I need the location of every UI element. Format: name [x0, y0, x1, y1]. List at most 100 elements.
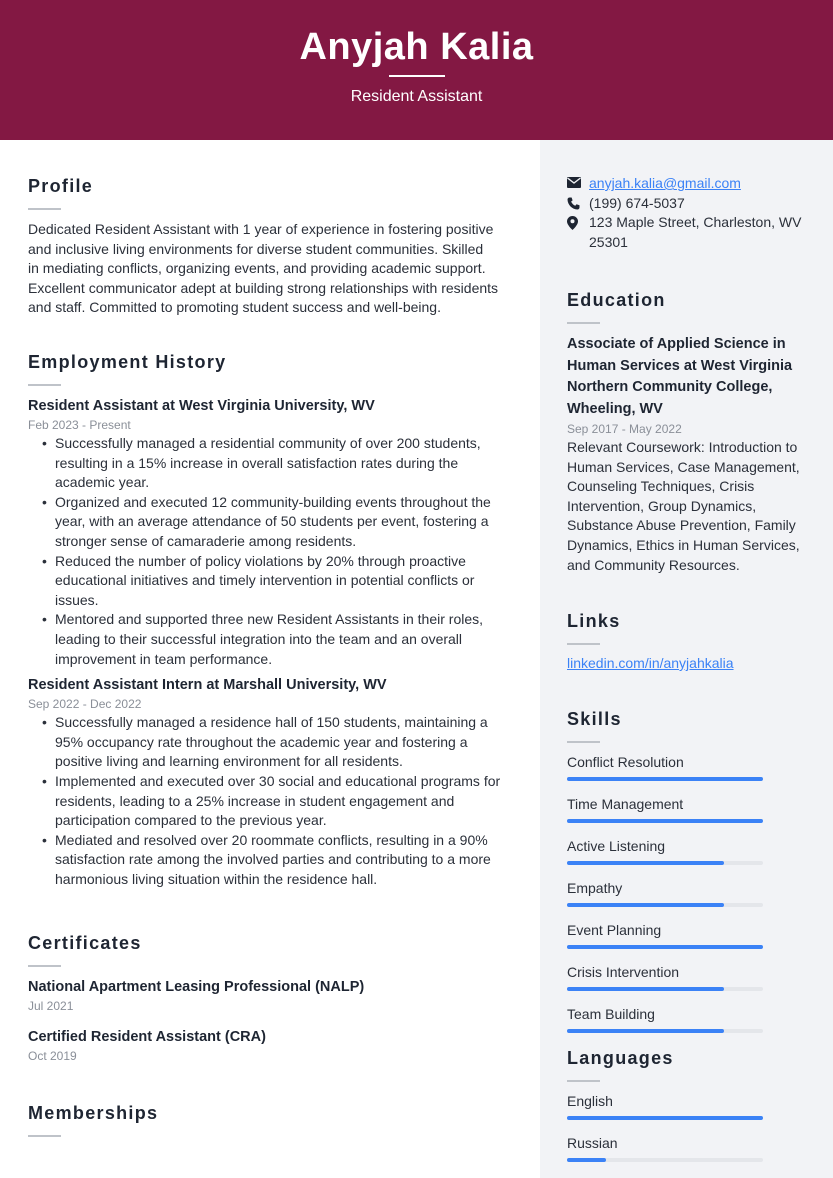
section-divider	[28, 384, 61, 386]
section-divider	[28, 1135, 61, 1137]
certificate-item: Certified Resident Assistant (CRA) Oct 2…	[28, 1027, 508, 1065]
skill-label: Team Building	[567, 1006, 655, 1022]
language-level-bar	[567, 1116, 763, 1120]
skill-level-bar	[567, 861, 763, 865]
job-bullet: Mediated and resolved over 20 roommate c…	[42, 831, 508, 890]
map-pin-icon	[567, 213, 589, 231]
section-divider	[567, 741, 600, 743]
section-title-certificates: Certificates	[28, 933, 142, 953]
language-level-bar	[567, 1158, 763, 1162]
summary-line: in mediating conflicts, organizing event…	[28, 260, 486, 277]
job-entry: Resident Assistant at West Virginia Univ…	[28, 396, 508, 669]
linkedin-link[interactable]: linkedin.com/in/anyjahkalia	[567, 655, 734, 671]
header-divider	[389, 75, 445, 77]
skill-item: Active Listening	[567, 837, 807, 865]
employment-section: Employment History Resident Assistant at…	[28, 352, 508, 889]
summary-line: and staff. Committed to promoting studen…	[28, 299, 441, 316]
contact-phone: (199) 674-5037	[567, 194, 807, 214]
skill-label: Conflict Resolution	[567, 754, 684, 770]
skill-item: Time Management	[567, 795, 807, 823]
skill-level-bar	[567, 819, 763, 823]
skill-item: Team Building	[567, 1005, 807, 1033]
certificate-name: National Apartment Leasing Professional …	[28, 979, 365, 995]
resume-header: Anyjah Kalia Resident Assistant	[0, 0, 833, 140]
language-level-fill	[567, 1158, 607, 1162]
skill-level-fill	[567, 777, 763, 781]
contact-address: 123 Maple Street, Charleston, WV 25301	[567, 213, 807, 252]
certificate-date: Jul 2021	[28, 999, 74, 1013]
degree-title: Associate of Applied Science in Human Se…	[567, 336, 793, 417]
skill-item: Empathy	[567, 879, 807, 907]
section-divider	[567, 1080, 600, 1082]
skill-label: Time Management	[567, 796, 684, 812]
languages-section: Languages English Russian	[567, 1048, 807, 1176]
skill-label: Crisis Intervention	[567, 964, 680, 980]
certificate-name: Certified Resident Assistant (CRA)	[28, 1029, 266, 1045]
job-entry-title: Resident Assistant Intern at Marshall Un…	[28, 677, 387, 694]
skill-item: Crisis Intervention	[567, 963, 807, 991]
address-line: 25301	[589, 233, 628, 250]
skill-level-bar	[567, 987, 763, 991]
section-title-skills: Skills	[567, 709, 622, 729]
section-title-education: Education	[567, 290, 666, 310]
language-item: Russian	[567, 1134, 807, 1162]
language-item: English	[567, 1092, 807, 1120]
section-divider	[28, 965, 61, 967]
job-title: Resident Assistant	[350, 88, 483, 105]
memberships-section: Memberships	[28, 1103, 508, 1147]
certificate-date: Oct 2019	[28, 1049, 77, 1063]
skills-list: Conflict Resolution Time Management Active…	[567, 753, 807, 1033]
skill-level-fill	[567, 819, 763, 823]
language-label: Russian	[567, 1135, 618, 1151]
email-link[interactable]: anyjah.kalia@gmail.com	[589, 174, 741, 194]
language-label: English	[567, 1093, 613, 1109]
job-bullet: Organized and executed 12 community-buil…	[42, 493, 508, 552]
job-bullets: Successfully managed a residential commu…	[28, 434, 508, 669]
job-bullet: Mentored and supported three new Residen…	[42, 610, 508, 669]
job-entry-dates: Sep 2022 - Dec 2022	[28, 697, 142, 712]
profile-section: Profile Dedicated Resident Assistant wit…	[28, 176, 508, 318]
job-entry: Resident Assistant Intern at Marshall Un…	[28, 675, 508, 889]
job-bullet: Reduced the number of policy violations …	[42, 552, 508, 611]
section-divider	[567, 643, 600, 645]
profile-summary: Dedicated Resident Assistant with 1 year…	[28, 220, 508, 318]
address: 123 Maple Street, Charleston, WV 25301	[589, 213, 801, 252]
skill-level-bar	[567, 903, 763, 907]
summary-line: Dedicated Resident Assistant with 1 year…	[28, 221, 494, 237]
skill-level-bar	[567, 945, 763, 949]
section-divider	[28, 208, 61, 210]
job-bullet: Implemented and executed over 30 social …	[42, 772, 508, 831]
links-section: Links linkedin.com/in/anyjahkalia	[567, 611, 807, 673]
section-title-employment: Employment History	[28, 352, 227, 372]
skill-level-fill	[567, 945, 763, 949]
job-bullets: Successfully managed a residence hall of…	[28, 713, 508, 889]
section-title-languages: Languages	[567, 1048, 674, 1068]
skill-label: Empathy	[567, 880, 623, 896]
contact-block: anyjah.kalia@gmail.com (199) 674-5037 12…	[567, 174, 807, 252]
education-dates: Sep 2017 - May 2022	[567, 422, 682, 436]
certificate-item: National Apartment Leasing Professional …	[28, 977, 508, 1015]
job-entry-dates: Feb 2023 - Present	[28, 418, 131, 432]
address-line: 123 Maple Street, Charleston, WV	[589, 214, 802, 231]
phone-number: (199) 674-5037	[589, 194, 685, 211]
section-title-memberships: Memberships	[28, 1103, 159, 1123]
contact-email: anyjah.kalia@gmail.com	[567, 174, 807, 194]
summary-line: and inclusive living environments for di…	[28, 240, 484, 257]
job-entry-title: Resident Assistant at West Virginia Univ…	[28, 398, 375, 414]
languages-list: English Russian	[567, 1092, 807, 1162]
section-title-links: Links	[567, 611, 621, 631]
candidate-name: Anyjah Kalia	[299, 26, 534, 68]
skill-label: Active Listening	[567, 838, 666, 854]
education-section: Education Associate of Applied Science i…	[567, 290, 807, 575]
section-title-profile: Profile	[28, 176, 94, 196]
language-level-fill	[567, 1116, 763, 1120]
skill-level-fill	[567, 861, 724, 865]
skill-label: Event Planning	[567, 922, 662, 938]
skills-section: Skills Conflict Resolution Time Managemen…	[567, 709, 807, 1047]
section-divider	[567, 322, 600, 324]
coursework: Relevant Coursework: Introduction to Hum…	[567, 439, 800, 573]
certificates-section: Certificates National Apartment Leasing …	[28, 933, 508, 1065]
skill-item: Event Planning	[567, 921, 807, 949]
job-bullet: Successfully managed a residential commu…	[42, 434, 508, 493]
skill-level-bar	[567, 1029, 763, 1033]
